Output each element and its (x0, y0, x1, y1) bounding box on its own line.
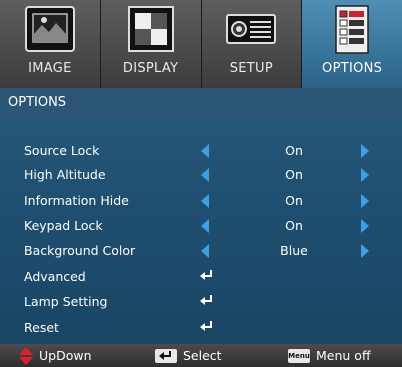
right-arrow-icon[interactable] (361, 144, 369, 158)
right-arrow-icon[interactable] (361, 168, 369, 182)
left-arrow-icon[interactable] (201, 219, 209, 233)
menu-row-keypad-lock[interactable]: Keypad Lock On (0, 214, 402, 238)
menu-row-value: On (285, 193, 303, 208)
tab-options[interactable]: OPTIONS (302, 0, 402, 88)
menu-row-label: Keypad Lock (24, 218, 103, 233)
tab-image[interactable]: IMAGE (0, 0, 101, 88)
enter-icon (200, 295, 212, 305)
menu-row-label: High Altitude (24, 167, 106, 182)
right-arrow-icon[interactable] (361, 219, 369, 233)
updown-label: UpDown (39, 348, 92, 363)
footer-hint-bar: UpDown Select Menu Menu off (0, 344, 402, 367)
menu-row-value: On (285, 167, 303, 182)
menu-off-label: Menu off (316, 348, 371, 363)
menu-row-label: Source Lock (24, 143, 100, 158)
right-arrow-icon[interactable] (361, 244, 369, 258)
section-title: OPTIONS (8, 95, 67, 110)
menu-row-label: Reset (24, 320, 59, 335)
display-tab-icon (127, 6, 174, 52)
tab-options-label: OPTIONS (322, 61, 383, 76)
menu-row-label: Advanced (24, 269, 86, 284)
menu-key-icon: Menu (288, 348, 310, 363)
tab-setup-label: SETUP (229, 61, 273, 76)
menu-row-label: Background Color (24, 243, 136, 258)
setup-tab-icon (226, 14, 277, 44)
left-arrow-icon[interactable] (201, 244, 209, 258)
menu-row-lamp-setting[interactable]: Lamp Setting (0, 290, 402, 314)
left-arrow-icon[interactable] (201, 144, 209, 158)
menu-off-hint: Menu Menu off (288, 344, 371, 367)
menu-row-value: On (285, 143, 303, 158)
menu-row-high-altitude[interactable]: High Altitude On (0, 163, 402, 187)
tab-display-label: DISPLAY (122, 61, 179, 76)
menu-row-label: Lamp Setting (24, 294, 108, 309)
updown-arrows-icon (19, 346, 33, 365)
menu-row-label: Information Hide (24, 193, 129, 208)
left-arrow-icon[interactable] (201, 194, 209, 208)
right-arrow-icon[interactable] (361, 194, 369, 208)
enter-icon (200, 321, 212, 331)
tab-bar: IMAGE DISPLAY SETUP OPTIONS (0, 0, 402, 88)
menu-row-advanced[interactable]: Advanced (0, 265, 402, 289)
menu-row-information-hide[interactable]: Information Hide On (0, 189, 402, 213)
menu-list: Source Lock On High Altitude On Informat… (0, 118, 402, 344)
enter-icon (200, 270, 212, 280)
left-arrow-icon[interactable] (201, 168, 209, 182)
select-hint: Select (155, 344, 222, 367)
select-label: Select (183, 348, 222, 363)
menu-row-background-color[interactable]: Background Color Blue (0, 239, 402, 263)
tab-image-label: IMAGE (28, 61, 72, 76)
tab-display[interactable]: DISPLAY (100, 0, 202, 88)
options-tab-icon (335, 5, 369, 54)
enter-key-icon (155, 348, 177, 363)
menu-row-reset[interactable]: Reset (0, 316, 402, 340)
section-header: OPTIONS (0, 88, 402, 118)
menu-row-source-lock[interactable]: Source Lock On (0, 139, 402, 163)
updown-hint: UpDown (19, 344, 92, 367)
menu-row-value: On (285, 218, 303, 233)
projector-osd-menu: IMAGE DISPLAY SETUP OPTIONS OPTIONS Sour… (0, 0, 402, 367)
tab-setup[interactable]: SETUP (201, 0, 303, 88)
image-tab-icon (24, 6, 75, 52)
menu-row-value: Blue (280, 243, 308, 258)
